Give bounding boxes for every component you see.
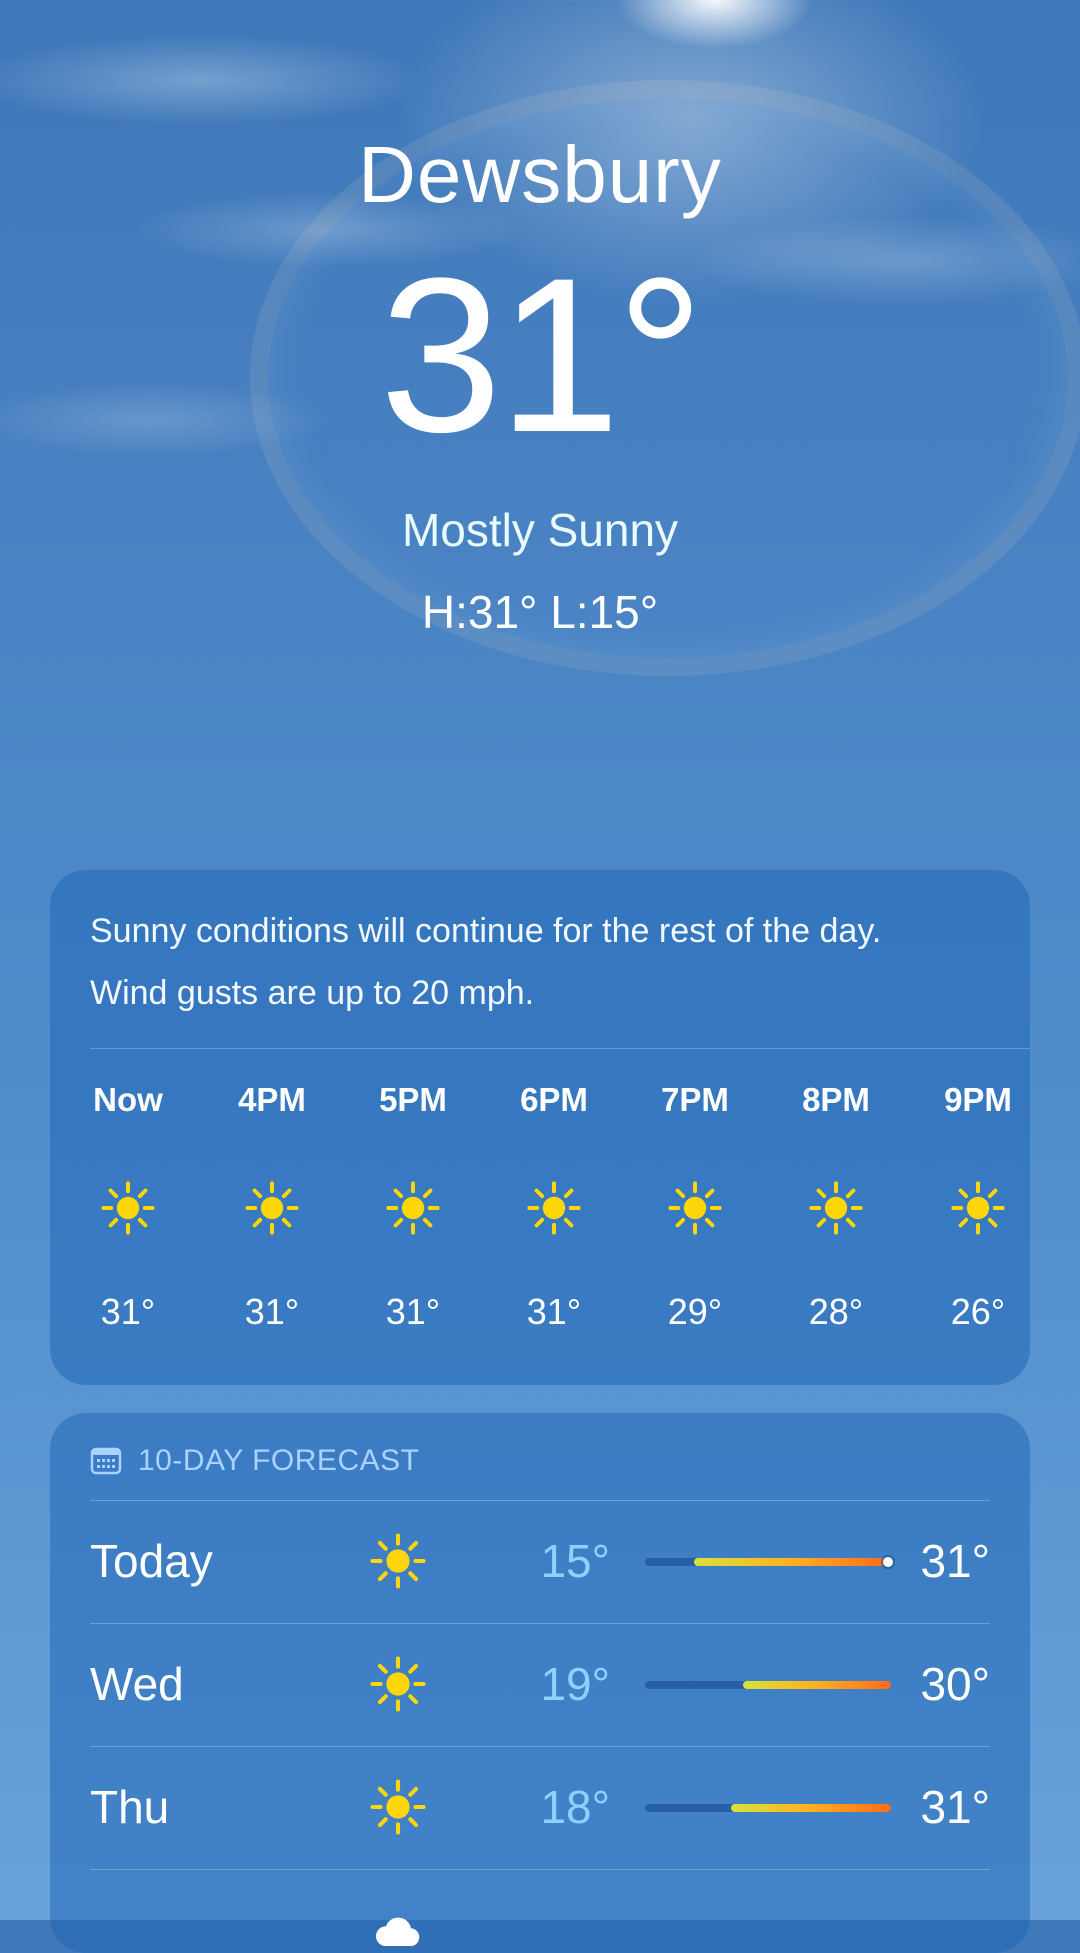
hour-temperature: 31° [244,1291,300,1332]
forecast-summary: Sunny conditions will continue for the r… [90,900,1010,1024]
hour-label: 4PM [238,1081,306,1118]
hour-temperature: 31° [526,1291,582,1332]
hour-label: 5PM [379,1081,447,1118]
forecast-row[interactable]: Thu 18° 31° [90,1747,990,1869]
sun-icon [217,1178,327,1238]
city-name: Dewsbury [358,130,722,219]
current-conditions: Dewsbury 31° Mostly Sunny H:31° L:15° [0,120,1080,642]
forecast-title: 10-DAY FORECAST [138,1444,420,1477]
high-low-text: H:31° L:15° [421,586,659,638]
sun-icon [368,1531,428,1591]
condition-text: Mostly Sunny [401,504,679,556]
hour-temperature: 31° [100,1291,156,1332]
sun-icon [781,1178,891,1238]
sun-icon [499,1178,609,1238]
hour-temperature: 29° [667,1291,723,1332]
forecast-low: 18° [540,1781,610,1833]
hour-column: Now 31° [73,1080,183,1334]
sun-icon [368,1777,428,1837]
forecast-high: 31° [920,1781,990,1833]
hour-temperature: 28° [808,1291,864,1332]
sun-icon [73,1178,183,1238]
hour-column: 5PM 31° [358,1080,468,1334]
hour-label: Now [93,1081,163,1118]
temperature-range-bar [645,1557,893,1567]
hourly-scroller[interactable]: Now 31° 4PM 31° 5PM 31° 6PM 31° 7PM 29° 8PM 28° 9PM 2… [50,1080,1030,1370]
sun-icon [368,1654,428,1714]
hourly-forecast-card[interactable]: Sunny conditions will continue for the r… [50,870,1030,1385]
temperature-range-fill [743,1681,891,1689]
sun-icon [640,1178,750,1238]
hour-column: 7PM 29° [640,1080,750,1334]
current-temperature: 31° [379,232,705,478]
ten-day-forecast-card[interactable]: 10-DAY FORECAST Today 15° 31° Wed 19° 30° Thu 1… [50,1413,1030,1953]
sun-icon [358,1178,468,1238]
forecast-day: Today [90,1535,213,1587]
forecast-high: 31° [920,1535,990,1587]
forecast-high: 30° [920,1658,990,1710]
hour-label: 8PM [802,1081,870,1118]
hour-temperature: 31° [385,1291,441,1332]
summary-line: Wind gusts are up to 20 mph. [90,974,535,1012]
hour-column: 4PM 31° [217,1080,327,1334]
calendar-icon [90,1446,122,1476]
forecast-low: 19° [540,1658,610,1710]
temperature-range-bar [645,1804,891,1812]
forecast-header: 10-DAY FORECAST [90,1439,419,1483]
forecast-day: Wed [90,1658,184,1710]
temperature-range-fill [731,1804,891,1812]
hour-label: 7PM [661,1081,729,1118]
cloud-icon [368,1900,428,1953]
forecast-row[interactable] [90,1870,990,1953]
temperature-range-bar [645,1681,891,1689]
forecast-day: Thu [90,1781,170,1833]
hour-label: 9PM [944,1081,1012,1118]
sun-icon [923,1178,1030,1238]
current-temperature-marker [883,1557,893,1567]
hour-column: 9PM 26° [923,1080,1030,1334]
forecast-row[interactable]: Wed 19° 30° [90,1624,990,1746]
forecast-row[interactable]: Today 15° 31° [90,1501,990,1623]
temperature-range-fill [694,1558,891,1566]
hour-column: 6PM 31° [499,1080,609,1334]
forecast-low: 15° [540,1535,610,1587]
summary-line: Sunny conditions will continue for the r… [90,912,882,950]
divider [90,1048,1030,1049]
hour-temperature: 26° [950,1291,1006,1332]
hour-column: 8PM 28° [781,1080,891,1334]
hour-label: 6PM [520,1081,588,1118]
